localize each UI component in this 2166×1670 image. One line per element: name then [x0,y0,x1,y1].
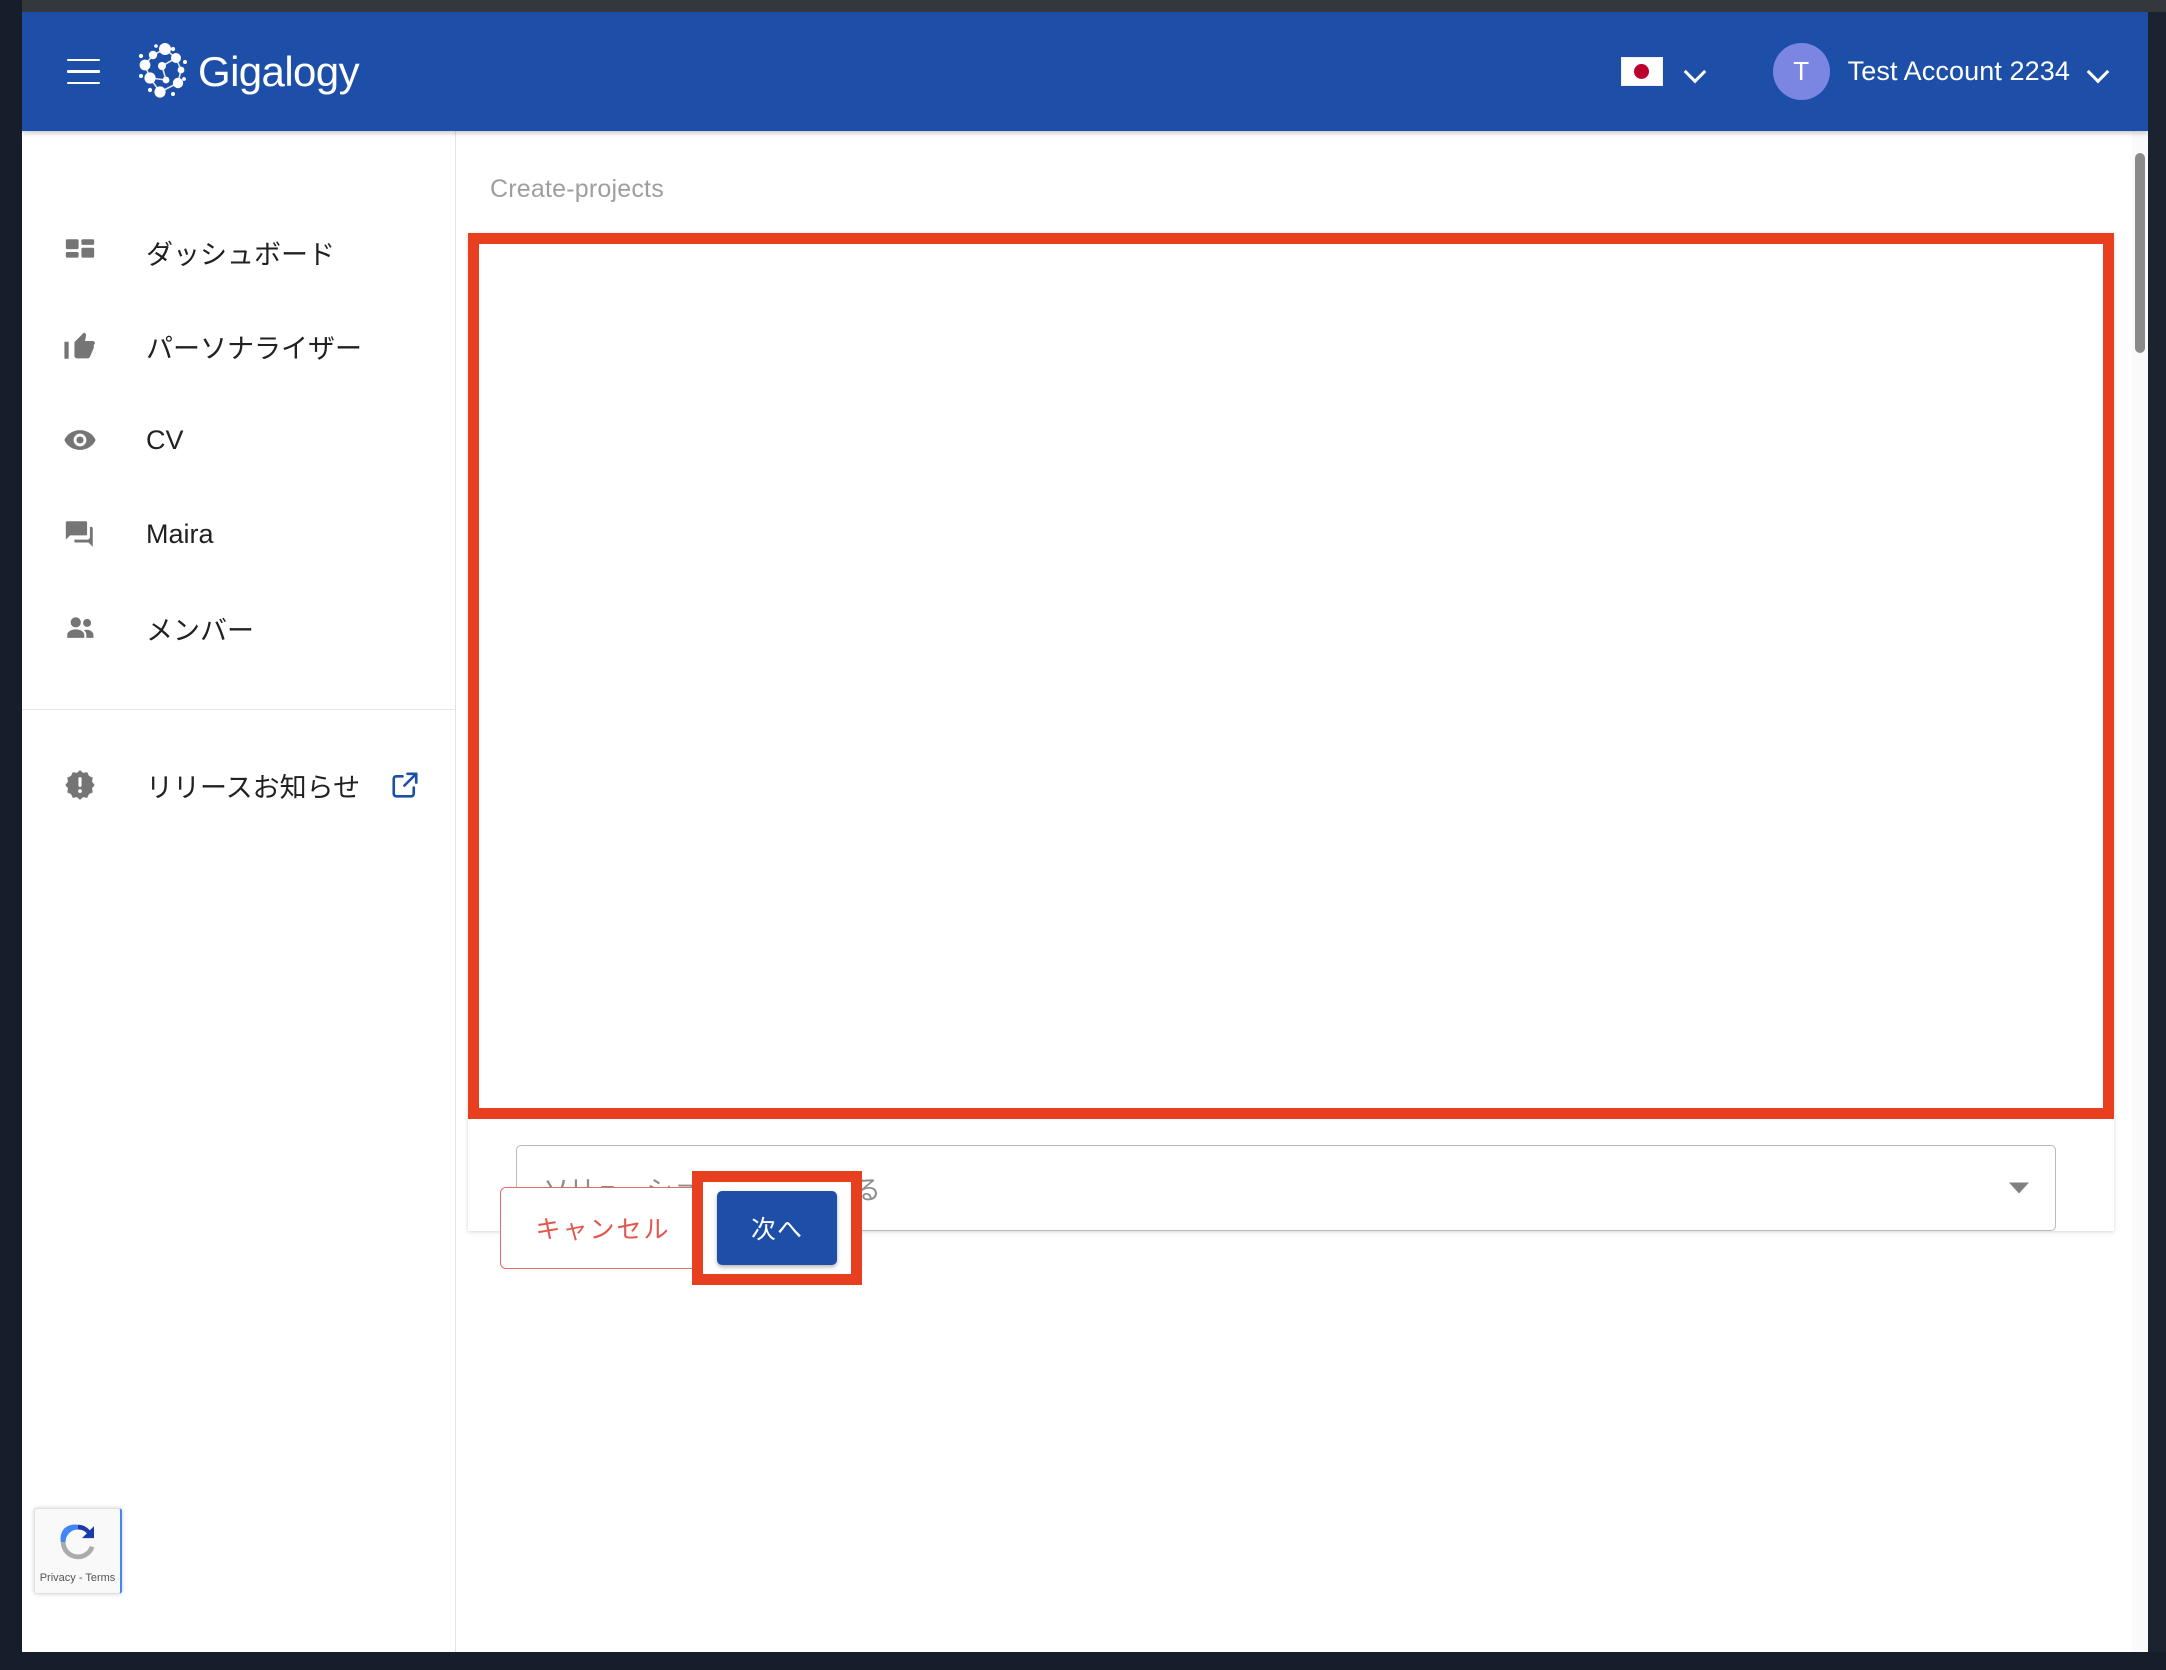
recaptcha-icon [55,1519,101,1570]
sidebar-item-label: メンバー [146,609,254,648]
recaptcha-badge[interactable]: Privacy - Terms [34,1508,122,1594]
avatar: T [1773,43,1830,100]
sidebar-item-label: ダッシュボード [146,233,335,272]
sidebar-item-members[interactable]: メンバー [22,581,455,675]
app-header: Gigalogy T Test Account 2234 [22,12,2148,131]
form-actions: キャンセル 次へ [500,1171,862,1285]
eye-icon [52,423,108,457]
chevron-down-icon [2088,61,2110,83]
sidebar-item-dashboard[interactable]: ダッシュボード [22,205,455,299]
japan-flag-icon [1621,57,1663,86]
next-button[interactable]: 次へ [717,1191,837,1265]
sidebar-item-maira[interactable]: Maira [22,487,455,581]
sidebar-item-cv[interactable]: CV [22,393,455,487]
sidebar: ダッシュボード パーソナライザー [22,131,456,1652]
thumbs-up-icon [52,329,108,363]
breadcrumb: Create-projects [456,131,2148,204]
dropdown-caret-icon [2009,1183,2029,1194]
cancel-button[interactable]: キャンセル [500,1187,706,1269]
browser-chrome-top [0,0,2166,12]
chat-icon [52,517,108,551]
brand-name: Gigalogy [198,48,359,96]
language-selector[interactable] [1611,51,1717,92]
form-area-highlight [468,233,2114,1119]
app-header-right: T Test Account 2234 [1611,37,2114,106]
account-menu[interactable]: T Test Account 2234 [1769,37,2114,106]
sidebar-item-personalizer[interactable]: パーソナライザー [22,299,455,393]
gigalogy-logo-icon [132,40,196,104]
badge-exclamation-icon [52,768,108,802]
people-icon [52,611,108,645]
account-name: Test Account 2234 [1848,56,2070,87]
page-scrollbar[interactable] [2132,131,2148,1652]
next-button-highlight: 次へ [692,1171,862,1285]
sidebar-item-label: リリースお知らせ [146,766,360,805]
sidebar-item-label: パーソナライザー [146,327,362,366]
sidebar-item-release-notes[interactable]: リリースお知らせ [22,738,455,832]
sidebar-divider [22,709,455,710]
brand-logo[interactable]: Gigalogy [132,40,359,104]
browser-window: Gigalogy T Test Account 2234 [0,0,2166,1670]
browser-chrome-bottom [0,1652,2166,1670]
hamburger-menu-icon[interactable] [58,47,108,97]
page-scrollbar-thumb[interactable] [2135,153,2145,353]
chevron-down-icon [1685,61,1707,83]
page-viewport: Gigalogy T Test Account 2234 [22,12,2148,1652]
sidebar-item-label: Maira [146,519,214,550]
external-link-icon[interactable] [390,770,420,800]
sidebar-item-label: CV [146,425,184,456]
recaptcha-label: Privacy - Terms [40,1572,116,1584]
main-content: Create-projects 1 基本情報 2 レビュー [456,131,2148,1652]
browser-chrome-left [0,0,22,1670]
dashboard-icon [52,235,108,269]
sidebar-nav-list: ダッシュボード パーソナライザー [22,131,455,832]
